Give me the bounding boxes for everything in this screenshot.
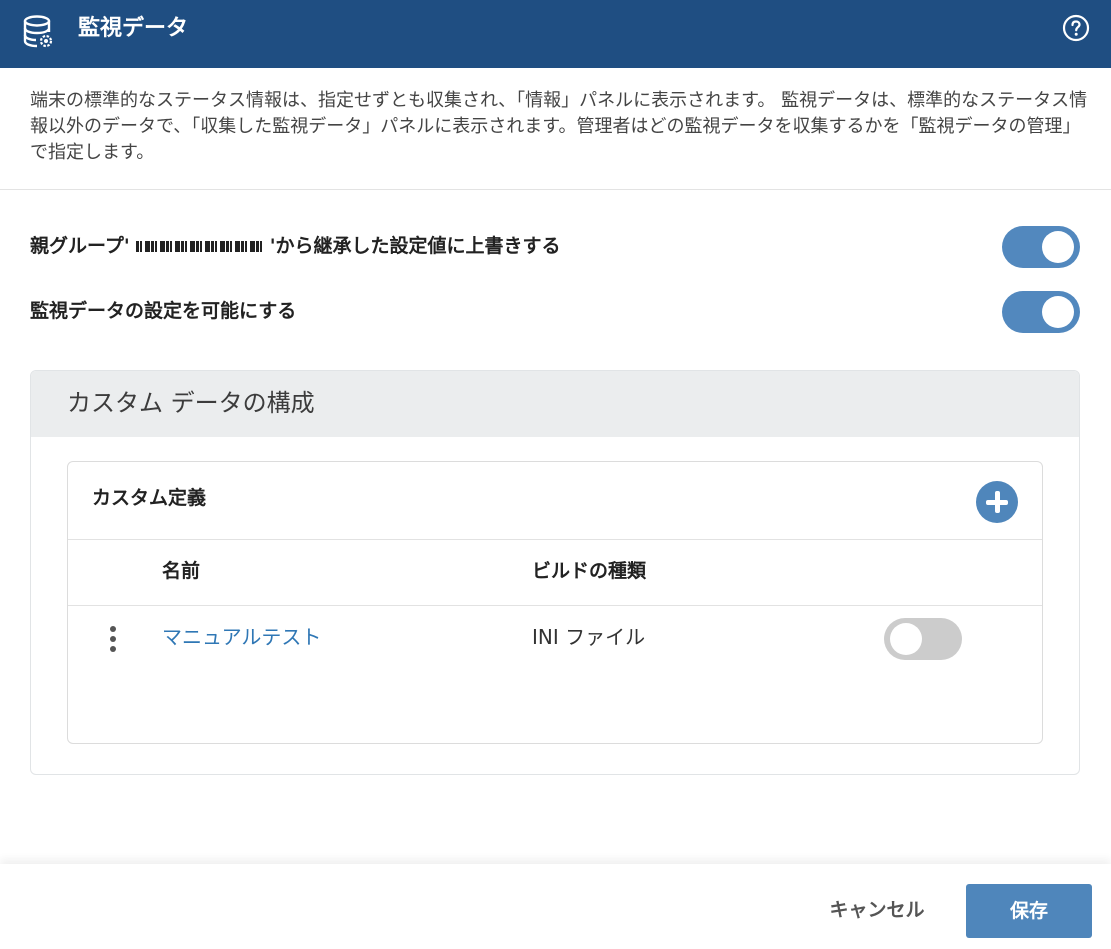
add-definition-button[interactable] — [976, 481, 1018, 523]
page-title: 監視データ — [78, 16, 189, 41]
kebab-menu-icon[interactable] — [104, 622, 124, 656]
custom-data-panel: カスタム データの構成 カスタム定義 名前 ビルドの種類 マニュアルテスト IN… — [30, 370, 1080, 775]
redacted-group-name — [135, 241, 264, 252]
override-label-suffix: 'から継承した設定値に上書きする — [269, 235, 561, 257]
panel-title: カスタム データの構成 — [67, 389, 315, 417]
definition-toggle[interactable] — [884, 618, 962, 660]
override-toggle[interactable] — [1002, 226, 1080, 268]
override-setting-label: 親グループ' 'から継承した設定値に上書きする — [30, 224, 561, 268]
enable-monitoring-label: 監視データの設定を可能にする — [30, 300, 297, 322]
card-title: カスタム定義 — [92, 487, 207, 509]
kebab-dot — [110, 646, 116, 652]
column-header-name: 名前 — [162, 560, 201, 582]
divider — [68, 539, 1042, 540]
cancel-button[interactable]: キャンセル — [804, 884, 950, 936]
save-button[interactable]: 保存 — [966, 884, 1092, 938]
toggle-knob — [1042, 231, 1074, 263]
enable-monitoring-toggle[interactable] — [1002, 291, 1080, 333]
kebab-dot — [110, 636, 116, 642]
plus-icon-stem — [994, 491, 1000, 513]
divider — [68, 605, 1042, 606]
override-setting-row: 親グループ' 'から継承した設定値に上書きする — [30, 224, 1080, 268]
help-circle-icon[interactable] — [1062, 14, 1090, 42]
app-header: 監視データ — [0, 0, 1111, 68]
kebab-dot — [110, 626, 116, 632]
override-label-prefix: 親グループ' — [30, 235, 130, 257]
definition-name-link[interactable]: マニュアルテスト — [162, 620, 321, 654]
description-text: 端末の標準的なステータス情報は、指定せずとも収集され、「情報」パネルに表示されま… — [30, 90, 1088, 163]
definition-build-type: INI ファイル — [532, 625, 646, 649]
divider — [0, 189, 1111, 190]
footer-bar: キャンセル 保存 — [0, 864, 1111, 949]
custom-definition-card: カスタム定義 名前 ビルドの種類 マニュアルテスト INI ファイル — [67, 461, 1043, 744]
toggle-knob — [890, 623, 922, 655]
toggle-knob — [1042, 296, 1074, 328]
database-gear-icon — [23, 15, 53, 48]
panel-header: カスタム データの構成 — [31, 371, 1079, 437]
enable-monitoring-row: 監視データの設定を可能にする — [30, 289, 1080, 333]
column-header-build-type: ビルドの種類 — [532, 560, 647, 582]
